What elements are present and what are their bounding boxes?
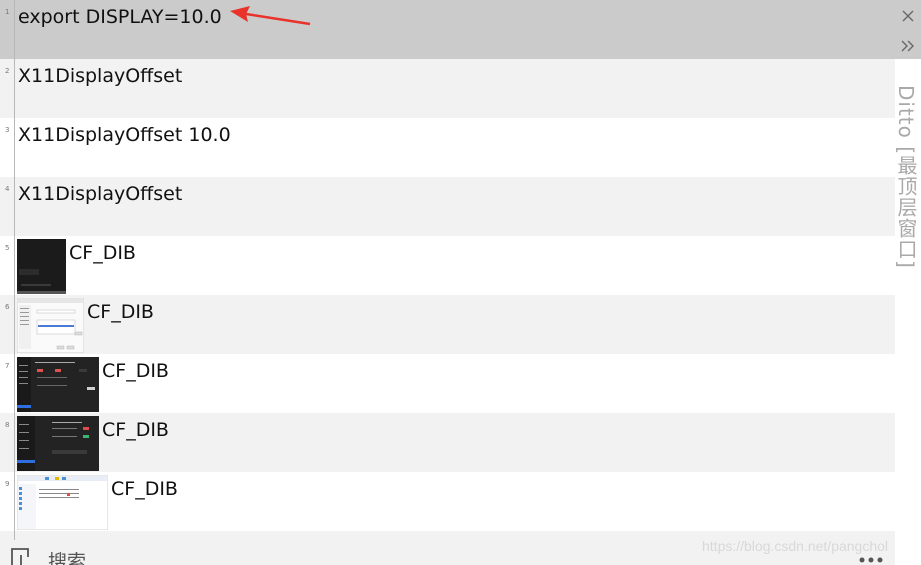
clip-number: 6 bbox=[5, 303, 10, 311]
clip-text: export DISPLAY=10.0 bbox=[18, 6, 222, 28]
clip-row-1[interactable]: 1 export DISPLAY=10.0 bbox=[0, 0, 895, 59]
bottom-corner bbox=[895, 540, 921, 565]
clip-text: X11DisplayOffset 10.0 bbox=[18, 124, 231, 146]
line-number-divider bbox=[14, 0, 15, 540]
clip-number: 7 bbox=[5, 362, 10, 370]
clip-number: 9 bbox=[5, 480, 10, 488]
clip-number: 4 bbox=[5, 185, 10, 193]
clipboard-icon[interactable] bbox=[9, 547, 31, 565]
clip-thumbnail bbox=[17, 475, 108, 530]
clip-thumbnail bbox=[17, 416, 99, 471]
clip-row-4[interactable]: 4 X11DisplayOffset bbox=[0, 177, 895, 236]
window-title: Ditto [最顶层窗口] bbox=[894, 85, 918, 269]
clip-row-7[interactable]: 7 CF_DIB bbox=[0, 354, 895, 413]
watermark: https://blog.csdn.net/pangchol bbox=[702, 538, 889, 554]
clip-row-5[interactable]: 5 CF_DIB bbox=[0, 236, 895, 295]
clip-thumbnail bbox=[17, 239, 66, 294]
red-arrow-annotation bbox=[230, 6, 311, 26]
clip-number: 3 bbox=[5, 126, 10, 134]
clip-text: CF_DIB bbox=[102, 419, 169, 441]
clip-thumbnail bbox=[17, 357, 99, 412]
clip-text: CF_DIB bbox=[102, 360, 169, 382]
clip-text: X11DisplayOffset bbox=[18, 183, 183, 205]
clip-row-2[interactable]: 2 X11DisplayOffset bbox=[0, 59, 895, 118]
clip-row-6[interactable]: 6 CF_DIB bbox=[0, 295, 895, 354]
clip-text: X11DisplayOffset bbox=[18, 65, 183, 87]
clip-text: CF_DIB bbox=[87, 301, 154, 323]
ditto-side-panel: Ditto [最顶层窗口] bbox=[894, 0, 921, 540]
search-input[interactable]: 搜索 bbox=[48, 547, 86, 565]
clip-row-9[interactable]: 9 CF_DIB bbox=[0, 472, 895, 531]
clip-row-8[interactable]: 8 CF_DIB bbox=[0, 413, 895, 472]
clip-number: 5 bbox=[5, 244, 10, 252]
clip-row-3[interactable]: 3 X11DisplayOffset 10.0 bbox=[0, 118, 895, 177]
clip-number: 8 bbox=[5, 421, 10, 429]
clip-list[interactable]: 1 export DISPLAY=10.0 2 X11DisplayOffset… bbox=[0, 0, 895, 540]
double-chevron-right-icon[interactable] bbox=[900, 38, 916, 54]
clip-text: CF_DIB bbox=[69, 242, 136, 264]
ellipsis-icon[interactable] bbox=[858, 554, 886, 564]
clip-thumbnail bbox=[17, 298, 84, 353]
clip-number: 1 bbox=[5, 8, 10, 16]
close-icon[interactable] bbox=[900, 8, 916, 24]
clip-number: 2 bbox=[5, 67, 10, 75]
clip-text: CF_DIB bbox=[111, 478, 178, 500]
